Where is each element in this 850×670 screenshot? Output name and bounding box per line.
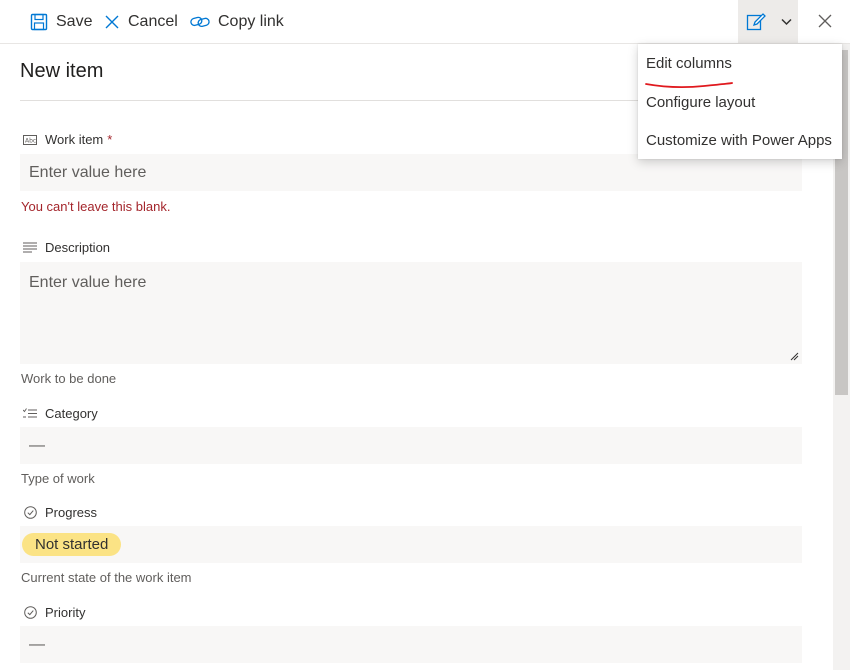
command-bar: Save Cancel Copy link [0, 0, 850, 44]
copy-link-label: Copy link [218, 12, 284, 30]
cancel-label: Cancel [128, 12, 178, 30]
text-field-icon: Abc [21, 133, 39, 147]
status-badge: Not started [22, 533, 122, 556]
description-hint: Work to be done [21, 371, 117, 386]
cancel-button[interactable]: Cancel [104, 0, 178, 43]
close-icon [105, 15, 119, 28]
work-item-input[interactable]: Enter value here [20, 154, 802, 191]
description-textarea[interactable]: Enter value here [20, 262, 802, 364]
priority-select[interactable]: — [20, 626, 802, 663]
copy-link-button[interactable]: Copy link [190, 0, 284, 43]
edit-form-split-button [738, 0, 798, 43]
edit-form-menu: Edit columns Configure layout Customize … [638, 44, 842, 159]
menu-item-customize-power-apps[interactable]: Customize with Power Apps [646, 132, 832, 149]
svg-text:Abc: Abc [25, 137, 36, 144]
category-select[interactable]: — [20, 427, 802, 464]
menu-item-edit-columns[interactable]: Edit columns [646, 55, 732, 72]
work-item-placeholder: Enter value here [29, 163, 147, 181]
description-label: Description [21, 240, 110, 255]
multiline-text-icon [21, 241, 39, 255]
priority-label: Priority [21, 605, 85, 620]
edit-form-button[interactable] [738, 0, 774, 43]
chevron-down-icon [780, 18, 792, 25]
category-value: — [29, 436, 45, 454]
required-marker: * [107, 132, 113, 147]
category-hint: Type of work [21, 471, 95, 486]
progress-label: Progress [21, 505, 97, 520]
link-icon [190, 16, 210, 27]
edit-form-dropdown-button[interactable] [774, 0, 798, 43]
category-label: Category [21, 406, 98, 421]
annotation-underline [645, 82, 733, 89]
progress-hint: Current state of the work item [21, 570, 192, 585]
edit-form-icon [746, 12, 766, 30]
save-button[interactable]: Save [30, 0, 92, 43]
check-circle-icon [21, 606, 39, 620]
save-icon [30, 13, 48, 30]
work-item-error: You can't leave this blank. [21, 199, 171, 214]
work-item-label: Abc Work item * [21, 132, 112, 147]
menu-item-configure-layout[interactable]: Configure layout [646, 94, 755, 111]
close-panel-button[interactable] [812, 8, 838, 34]
description-placeholder: Enter value here [29, 274, 147, 291]
resize-handle-icon[interactable] [790, 352, 799, 361]
priority-value: — [29, 635, 45, 653]
progress-select[interactable]: Not started [20, 526, 802, 563]
check-circle-icon [21, 506, 39, 520]
close-icon [818, 14, 832, 28]
save-label: Save [56, 12, 93, 30]
choice-list-icon [21, 407, 39, 421]
page-title: New item [20, 60, 104, 82]
